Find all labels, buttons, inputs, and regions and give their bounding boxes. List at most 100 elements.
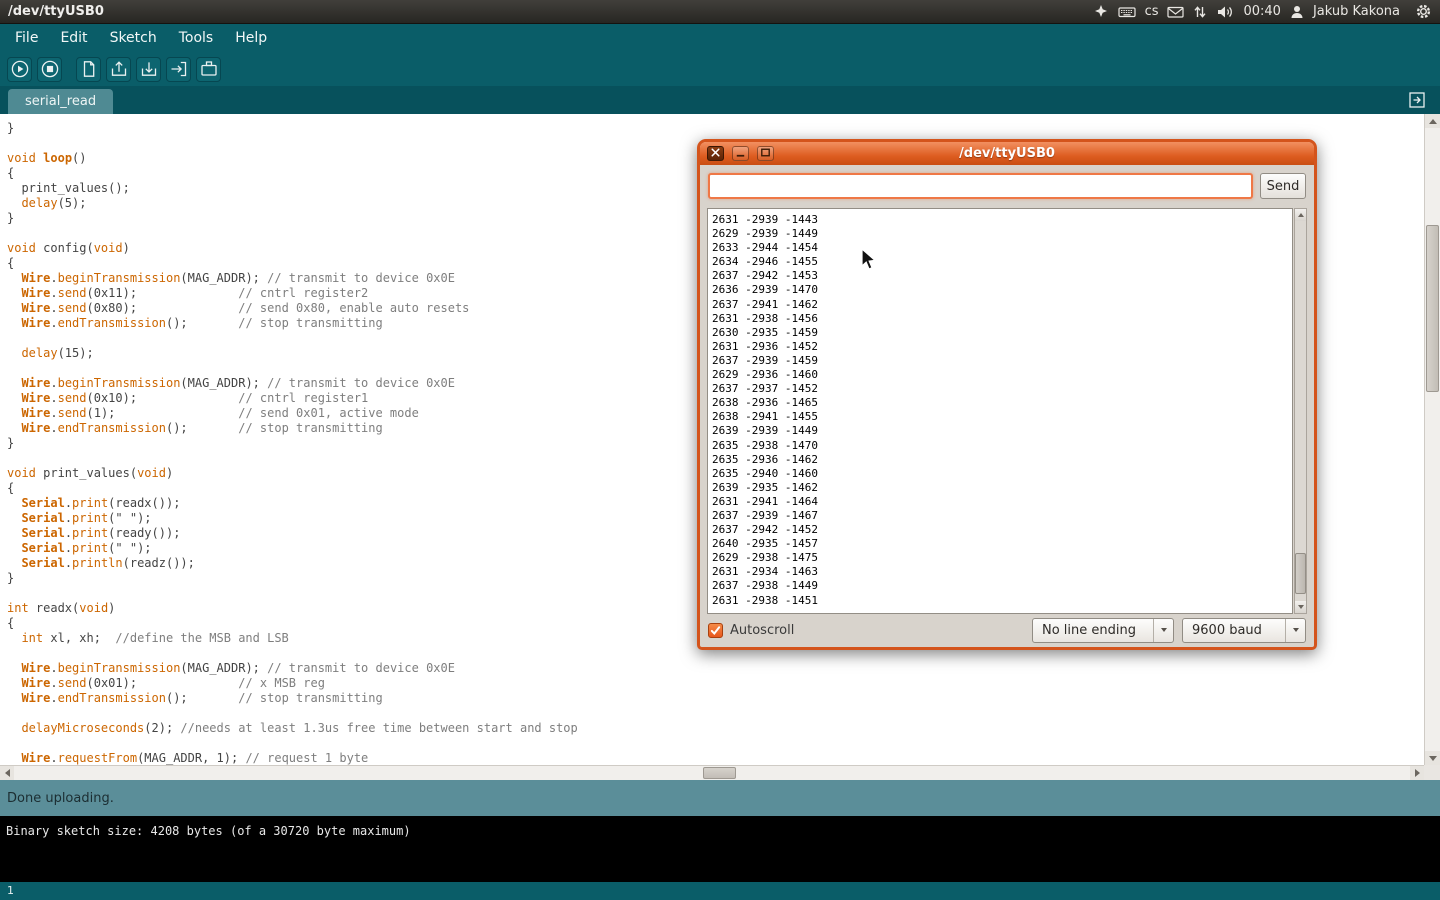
scrollbar-corner [1424, 765, 1440, 780]
dialog-titlebar[interactable]: /dev/ttyUSB0 [700, 142, 1314, 165]
serial-output-line: 2629 -2939 -1449 [712, 227, 1292, 241]
console-output: Binary sketch size: 4208 bytes (of a 307… [0, 816, 1440, 882]
code-line: Wire.beginTransmission(MAG_ADDR); // tra… [7, 661, 1424, 676]
serial-output-line: 2637 -2937 -1452 [712, 382, 1292, 396]
code-line: } [7, 121, 1424, 136]
serial-output-line: 2631 -2939 -1443 [712, 213, 1292, 227]
serial-output[interactable]: 2631 -2939 -14432629 -2939 -14492633 -29… [707, 208, 1293, 614]
line-number-strip: 1 [0, 882, 1440, 900]
menubar: FileEditSketchToolsHelp [0, 24, 1440, 52]
username-label[interactable]: Jakub Kakona [1313, 4, 1400, 19]
menu-edit[interactable]: Edit [49, 24, 98, 52]
serial-output-line: 2633 -2944 -1454 [712, 241, 1292, 255]
scroll-up-arrow[interactable] [1425, 114, 1440, 128]
save-sketch-button[interactable] [136, 57, 161, 82]
clock[interactable]: 00:40 [1243, 4, 1280, 19]
maximize-button[interactable] [757, 146, 774, 161]
serial-output-line: 2634 -2946 -1455 [712, 255, 1292, 269]
status-message: Done uploading. [7, 791, 114, 806]
serial-output-line: 2631 -2938 -1451 [712, 594, 1292, 608]
chevron-down-icon [1285, 619, 1305, 642]
send-row: Send [708, 173, 1306, 199]
horizontal-scroll-thumb[interactable] [703, 767, 736, 779]
scroll-down-arrow[interactable] [1295, 601, 1306, 613]
vertical-scroll-thumb[interactable] [1426, 225, 1439, 392]
send-button[interactable]: Send [1260, 173, 1306, 199]
serial-output-line: 2637 -2938 -1449 [712, 579, 1292, 593]
serial-output-line: 2640 -2935 -1457 [712, 537, 1292, 551]
scroll-track[interactable] [1295, 221, 1306, 601]
close-button[interactable] [707, 146, 724, 161]
status-bar: Done uploading. [0, 780, 1440, 816]
dialog-title: /dev/ttyUSB0 [959, 146, 1055, 161]
menu-tools[interactable]: Tools [168, 24, 225, 52]
autoscroll-checkbox[interactable] [708, 623, 723, 638]
dialog-bottom-bar: Autoscroll No line ending 9600 baud [706, 614, 1308, 646]
system-tray: cs 00:40 Jakub Kakona [1093, 3, 1432, 20]
new-sketch-button[interactable] [76, 57, 101, 82]
keyboard-layout-label[interactable]: cs [1145, 4, 1159, 19]
sync-arrows-icon[interactable] [1193, 4, 1207, 20]
scroll-left-arrow[interactable] [0, 766, 14, 780]
open-icon [109, 59, 129, 79]
code-line: delayMicroseconds(2); //needs at least 1… [7, 721, 1424, 736]
new-file-icon [79, 59, 99, 79]
menu-help[interactable]: Help [224, 24, 278, 52]
serial-output-line: 2629 -2936 -1460 [712, 368, 1292, 382]
stop-button[interactable] [37, 57, 62, 82]
serial-output-scrollbar[interactable] [1294, 208, 1307, 614]
code-line [7, 706, 1424, 721]
serial-output-line: 2635 -2936 -1462 [712, 453, 1292, 467]
ubuntu-top-panel: /dev/ttyUSB0 cs 00:40 Jakub Kakona [0, 0, 1440, 24]
serial-output-line: 2629 -2938 -1475 [712, 551, 1292, 565]
serial-output-line: 2631 -2934 -1463 [712, 565, 1292, 579]
user-icon [1290, 4, 1304, 20]
open-sketch-button[interactable] [106, 57, 131, 82]
scroll-thumb[interactable] [1295, 553, 1306, 594]
scroll-down-arrow[interactable] [1425, 751, 1440, 765]
stop-icon [40, 59, 60, 79]
minimize-button[interactable] [732, 146, 749, 161]
serial-output-line: 2631 -2941 -1464 [712, 495, 1292, 509]
indicator-star-icon[interactable] [1093, 4, 1109, 20]
serial-output-line: 2637 -2941 -1462 [712, 298, 1292, 312]
scroll-right-arrow[interactable] [1410, 766, 1424, 780]
keyboard-icon[interactable] [1118, 4, 1136, 20]
serial-monitor-button[interactable] [196, 57, 221, 82]
line-ending-dropdown[interactable]: No line ending [1032, 618, 1174, 643]
upload-button[interactable] [166, 57, 191, 82]
tab-bar: serial_read [0, 86, 1440, 114]
editor-horizontal-scrollbar[interactable] [0, 765, 1424, 780]
line-ending-value: No line ending [1033, 623, 1153, 638]
serial-output-line: 2639 -2935 -1462 [712, 481, 1292, 495]
serial-monitor-window: /dev/ttyUSB0 Send 2631 -2939 -14432629 -… [697, 139, 1317, 650]
menu-file[interactable]: File [4, 24, 49, 52]
baud-rate-dropdown[interactable]: 9600 baud [1182, 618, 1306, 643]
line-number: 1 [7, 884, 14, 897]
serial-output-line: 2638 -2941 -1455 [712, 410, 1292, 424]
console-text: Binary sketch size: 4208 bytes (of a 307… [6, 824, 411, 838]
toolbar [0, 52, 1440, 86]
menu-sketch[interactable]: Sketch [99, 24, 168, 52]
scroll-up-arrow[interactable] [1295, 209, 1306, 221]
editor-vertical-scrollbar[interactable] [1424, 114, 1440, 765]
tab-menu-button[interactable] [1407, 90, 1427, 110]
verify-button[interactable] [7, 57, 32, 82]
tab-serial-read[interactable]: serial_read [8, 89, 113, 114]
serial-output-line: 2637 -2939 -1467 [712, 509, 1292, 523]
serial-output-line: 2638 -2936 -1465 [712, 396, 1292, 410]
tab-label: serial_read [25, 94, 96, 109]
screen: /dev/ttyUSB0 cs 00:40 Jakub Kakona FileE… [0, 0, 1440, 900]
serial-output-line: 2631 -2936 -1452 [712, 340, 1292, 354]
serial-output-line: 2639 -2939 -1449 [712, 424, 1292, 438]
volume-icon[interactable] [1216, 4, 1234, 20]
code-line: Wire.send(0x01); // x MSB reg [7, 676, 1424, 691]
mail-icon[interactable] [1167, 4, 1184, 20]
dialog-body: Send 2631 -2939 -14432629 -2939 -1449263… [700, 165, 1314, 650]
gear-icon[interactable] [1415, 3, 1432, 20]
code-line: Wire.endTransmission(); // stop transmit… [7, 691, 1424, 706]
serial-output-line: 2635 -2938 -1470 [712, 439, 1292, 453]
serial-input[interactable] [708, 173, 1253, 199]
code-line [7, 736, 1424, 751]
serial-output-line: 2635 -2940 -1460 [712, 467, 1292, 481]
